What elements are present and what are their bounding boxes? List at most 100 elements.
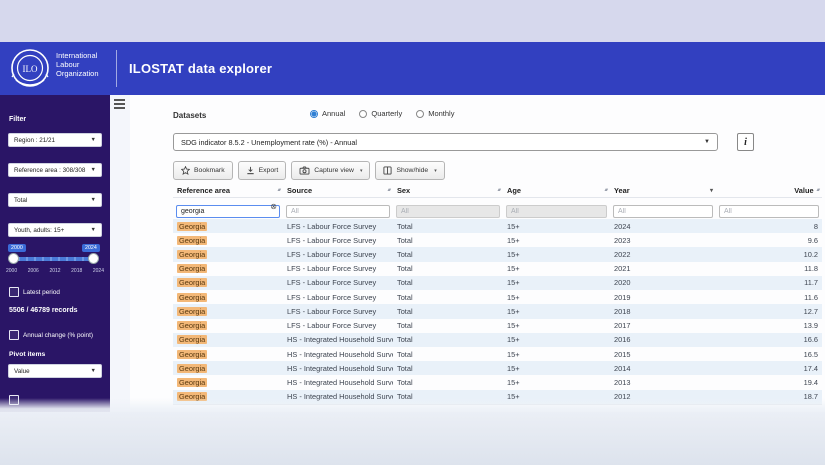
sex-dropdown-label: Total xyxy=(14,197,27,204)
sort-icon[interactable]: ▴▾ xyxy=(498,187,500,193)
cell-year: 2023 xyxy=(610,236,716,245)
column-header-age[interactable]: Age ▴▾ xyxy=(503,186,610,195)
table-row[interactable]: GeorgiaHS - Integrated Household SurveyT… xyxy=(173,347,822,361)
column-header-source[interactable]: Source ▴▾ xyxy=(283,186,393,195)
table-row[interactable]: GeorgiaLFS - Labour Force SurveyTotal15+… xyxy=(173,219,822,233)
year-slider-handle-min[interactable] xyxy=(8,253,19,264)
cell-age: 15+ xyxy=(503,307,610,316)
column-header-year[interactable]: Year ▾ xyxy=(610,186,716,195)
sort-icon[interactable]: ▴▾ xyxy=(817,187,819,193)
cell-source: HS - Integrated Household Survey xyxy=(283,350,393,359)
partial-checkbox[interactable] xyxy=(9,395,19,405)
cell-reference-area: Georgia xyxy=(173,264,283,273)
cell-source: LFS - Labour Force Survey xyxy=(283,222,393,231)
menu-icon[interactable] xyxy=(114,99,128,111)
radio-quarterly-label: Quarterly xyxy=(371,109,402,118)
latest-period-checkbox[interactable]: Latest period xyxy=(9,287,60,297)
info-button[interactable]: i xyxy=(737,133,754,151)
table-row[interactable]: GeorgiaLFS - Labour Force SurveyTotal15+… xyxy=(173,247,822,261)
cell-value: 16.6 xyxy=(716,335,822,344)
value-filter-input[interactable] xyxy=(719,205,819,218)
cell-reference-area: Georgia xyxy=(173,307,283,316)
table-row[interactable]: GeorgiaHS - Integrated Household SurveyT… xyxy=(173,333,822,347)
clear-icon[interactable]: ⊗ xyxy=(270,202,277,211)
table-header-row: Reference area ▴▾ Source ▴▾ Sex ▴▾ Age ▴… xyxy=(173,183,822,198)
main-area: Datasets Annual Quarterly Monthly SDG in… xyxy=(110,95,825,412)
capture-view-button[interactable]: Capture view ▾ xyxy=(291,161,370,180)
cell-sex: Total xyxy=(393,236,503,245)
column-label: Age xyxy=(507,186,521,195)
cell-reference-area: Georgia xyxy=(173,250,283,259)
cell-year: 2015 xyxy=(610,350,716,359)
tick-label: 2012 xyxy=(49,268,60,274)
app-title: ILOSTAT data explorer xyxy=(129,61,272,76)
sort-descending-icon[interactable]: ▾ xyxy=(710,187,713,194)
dataset-select[interactable]: SDG indicator 8.5.2 - Unemployment rate … xyxy=(173,133,718,151)
table-row[interactable]: GeorgiaLFS - Labour Force SurveyTotal15+… xyxy=(173,276,822,290)
sort-icon[interactable]: ▴▾ xyxy=(605,187,607,193)
year-slider-handle-max[interactable] xyxy=(88,253,99,264)
table-row[interactable]: GeorgiaHS - Integrated Household SurveyT… xyxy=(173,361,822,375)
search-highlight: Georgia xyxy=(177,350,207,359)
export-button[interactable]: Export xyxy=(238,161,287,180)
age-dropdown[interactable]: Youth, adults: 15+ ▼ xyxy=(8,223,102,237)
cell-reference-area: Georgia xyxy=(173,378,283,387)
cell-reference-area: Georgia xyxy=(173,293,283,302)
cell-reference-area: Georgia xyxy=(173,335,283,344)
reference-area-dropdown-label: Reference area : 308/308 xyxy=(14,167,85,174)
table-row[interactable]: GeorgiaHS - Integrated Household SurveyT… xyxy=(173,375,822,389)
radio-monthly[interactable]: Monthly xyxy=(416,109,454,118)
cell-sex: Total xyxy=(393,335,503,344)
cell-source: HS - Integrated Household Survey xyxy=(283,378,393,387)
annual-change-checkbox[interactable]: Annual change (% point) xyxy=(9,330,93,340)
sex-filter-input[interactable] xyxy=(396,205,500,218)
latest-period-label: Latest period xyxy=(23,289,60,296)
reference-area-dropdown[interactable]: Reference area : 308/308 ▼ xyxy=(8,163,102,177)
records-count: 5506 / 46789 records xyxy=(9,307,78,314)
chevron-down-icon: ▼ xyxy=(91,167,96,173)
table-row[interactable]: GeorgiaLFS - Labour Force SurveyTotal15+… xyxy=(173,319,822,333)
radio-annual-label: Annual xyxy=(322,109,345,118)
table-row[interactable]: GeorgiaLFS - Labour Force SurveyTotal15+… xyxy=(173,262,822,276)
data-table: Reference area ▴▾ Source ▴▾ Sex ▴▾ Age ▴… xyxy=(173,183,822,405)
column-header-reference-area[interactable]: Reference area ▴▾ xyxy=(173,186,283,195)
search-highlight: Georgia xyxy=(177,278,207,287)
cell-age: 15+ xyxy=(503,392,610,401)
sex-dropdown[interactable]: Total ▼ xyxy=(8,193,102,207)
search-highlight: Georgia xyxy=(177,293,207,302)
search-highlight: Georgia xyxy=(177,364,207,373)
show-hide-button[interactable]: Show/hide ▾ xyxy=(375,161,444,180)
sort-icon[interactable]: ▴▾ xyxy=(388,187,390,193)
year-filter-input[interactable] xyxy=(613,205,713,218)
year-slider-track[interactable] xyxy=(12,257,96,261)
reference-area-filter-input[interactable] xyxy=(176,205,280,218)
sort-icon[interactable]: ▴▾ xyxy=(278,187,280,193)
cell-value: 10.2 xyxy=(716,250,822,259)
year-slider-ticks: 2000 2006 2012 2018 2024 xyxy=(6,268,104,274)
table-row[interactable]: GeorgiaLFS - Labour Force SurveyTotal15+… xyxy=(173,290,822,304)
export-button-label: Export xyxy=(259,167,279,174)
cell-age: 15+ xyxy=(503,278,610,287)
pivot-items-dropdown[interactable]: Value ▼ xyxy=(8,364,102,378)
radio-annual[interactable]: Annual xyxy=(310,109,345,118)
region-dropdown[interactable]: Region : 21/21 ▼ xyxy=(8,133,102,147)
cell-year: 2013 xyxy=(610,378,716,387)
source-filter-input[interactable] xyxy=(286,205,390,218)
column-header-value[interactable]: Value ▴▾ xyxy=(716,186,822,195)
age-filter-input[interactable] xyxy=(506,205,607,218)
table-row[interactable]: GeorgiaLFS - Labour Force SurveyTotal15+… xyxy=(173,304,822,318)
radio-quarterly[interactable]: Quarterly xyxy=(359,109,402,118)
region-dropdown-label: Region : 21/21 xyxy=(14,137,55,144)
bookmark-button[interactable]: Bookmark xyxy=(173,161,233,180)
capture-view-button-label: Capture view xyxy=(314,167,354,174)
app-header: ILO International Labour Organization IL… xyxy=(0,42,825,95)
column-label: Source xyxy=(287,186,312,195)
checkbox-icon xyxy=(9,287,19,297)
table-row[interactable]: GeorgiaHS - Integrated Household SurveyT… xyxy=(173,390,822,404)
ilo-logo-icon: ILO xyxy=(10,48,50,88)
table-row[interactable]: GeorgiaLFS - Labour Force SurveyTotal15+… xyxy=(173,233,822,247)
app-frame: ILO International Labour Organization IL… xyxy=(0,0,825,465)
column-header-sex[interactable]: Sex ▴▾ xyxy=(393,186,503,195)
cell-reference-area: Georgia xyxy=(173,236,283,245)
cell-age: 15+ xyxy=(503,236,610,245)
